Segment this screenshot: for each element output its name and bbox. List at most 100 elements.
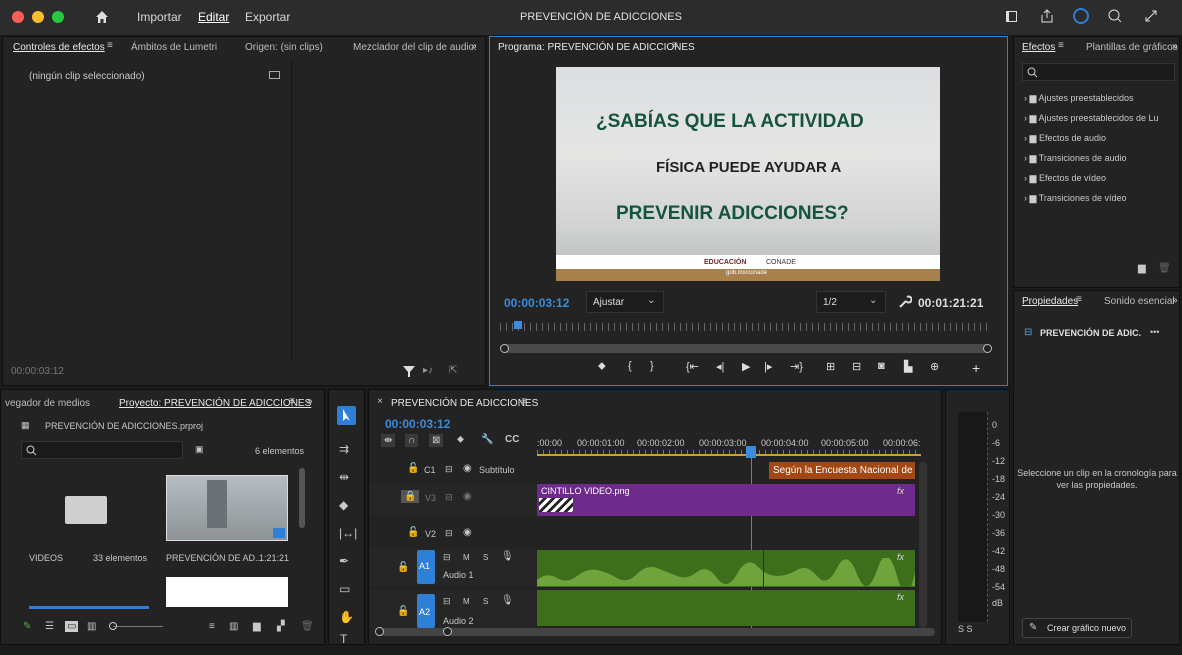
folder-thumbnail[interactable] [65,496,107,524]
import-menu[interactable]: Importar [137,10,182,24]
audio-clip-a1[interactable]: fx [537,550,915,587]
new-item-icon[interactable]: ▞ [277,621,285,632]
white-thumbnail[interactable] [166,577,288,607]
track-output-icon[interactable]: ⊟ [443,596,451,607]
eye-icon[interactable]: ◉ [463,491,472,502]
folder-item[interactable]: › ▆ Ajustes preestablecidos [1024,93,1179,104]
track-output-icon[interactable]: ⊟ [443,552,451,563]
razor-tool[interactable]: ◆ [339,498,348,512]
hand-tool[interactable]: ✋ [339,610,354,624]
new-graphic-button[interactable]: ✎ Crear gráfico nuevo [1022,618,1132,638]
lock-icon[interactable]: 🔓 [407,527,419,538]
timeline-ruler[interactable]: :00:00 00:00:01:00 00:00:02:00 00:00:03:… [537,438,921,456]
go-to-in-icon[interactable]: {⇤ [686,360,699,373]
lock-icon[interactable]: 🔓 [407,463,419,474]
wrench-icon[interactable] [898,295,912,309]
camera-icon[interactable]: ◙ [878,360,885,372]
tab-effects[interactable]: Efectos [1022,42,1055,53]
program-ruler[interactable] [500,323,990,331]
zoom-handle-right[interactable] [983,344,992,353]
home-icon[interactable] [95,10,109,24]
zoom-slider[interactable] [113,626,163,627]
track-output-icon[interactable]: ⊟ [445,464,453,475]
tab-properties[interactable]: Propiedades [1022,296,1078,307]
resolution-dropdown[interactable]: 1/2 ⌄ [816,291,886,313]
snap-icon[interactable]: ∩ [405,434,419,447]
add-button-icon[interactable]: + [972,360,980,376]
feedback-icon[interactable] [1107,8,1123,24]
proxy-icon[interactable]: ⊕ [930,360,939,373]
folder-item[interactable]: › ▆ Efectos de audio [1024,133,1179,144]
tab-media-browser[interactable]: vegador de medios [5,398,90,409]
sort-icon[interactable]: ≡ [209,621,215,632]
new-bin-icon[interactable]: ▆ [1138,263,1146,274]
minimize-window-button[interactable] [32,11,44,23]
menu-icon[interactable]: ≡ [521,396,527,407]
track-select-tool[interactable]: ⇉ [339,442,349,456]
add-marker-icon[interactable]: ⬥ [457,434,464,445]
share-icon[interactable] [1040,9,1054,23]
fit-dropdown[interactable]: Ajustar ⌄ [586,291,664,313]
close-tab-icon[interactable]: × [377,396,383,407]
step-forward-icon[interactable]: |▸ [764,360,772,373]
comparison-view-icon[interactable]: ▙ [904,360,912,373]
track-target-a2[interactable]: A2 [417,594,435,628]
lock-icon[interactable]: 🔓 [397,606,409,617]
tab-effect-controls[interactable]: Controles de efectos [13,42,105,53]
menu-icon[interactable]: ≡ [1058,40,1064,51]
scroll-handle-left[interactable] [375,627,384,636]
more-panels-icon[interactable]: » [1172,41,1178,52]
close-window-button[interactable] [12,11,24,23]
folder-item[interactable]: › ▆ Efectos de vídeo [1024,173,1179,184]
solo-button[interactable]: S [483,553,488,562]
filter-icon[interactable] [403,366,415,377]
panel-layout-icon[interactable] [1006,11,1017,22]
icon-view-icon[interactable]: ▭ [65,621,79,632]
mute-button[interactable]: M [463,597,470,606]
add-marker-icon[interactable]: ⬥ [598,360,606,373]
edit-menu[interactable]: Editar [198,10,229,24]
selection-tool[interactable] [337,406,356,425]
scroll-handle-right[interactable] [443,627,452,636]
new-search-bin-icon[interactable]: ▣ [195,444,204,455]
step-back-icon[interactable]: ◂| [716,360,724,373]
tab-graphics-templates[interactable]: Plantillas de gráficos [1086,42,1178,53]
timeline-vertical-scrollbar[interactable] [919,462,927,628]
microphone-icon[interactable]: 🎙 [501,551,514,562]
project-scrollbar[interactable] [299,468,305,528]
lock-icon[interactable]: 🔓 [397,562,409,573]
folder-item[interactable]: › ▆ Transiciones de vídeo [1024,193,1179,204]
tab-timeline[interactable]: PREVENCIÓN DE ADICCIONES [391,398,538,409]
wrench-icon[interactable]: 🔧 [481,434,493,445]
automate-icon[interactable]: ▥ [229,621,238,632]
program-timecode[interactable]: 00:00:03:12 [504,296,569,310]
type-tool[interactable]: T [340,632,347,646]
export-menu[interactable]: Exportar [245,10,290,24]
linked-selection-icon[interactable]: ⊠ [429,434,444,447]
slip-tool[interactable]: |↔| [339,526,357,540]
microphone-icon[interactable]: 🎙 [501,595,514,606]
tab-program[interactable]: Programa: PREVENCIÓN DE ADICCIONES [498,42,695,53]
project-search-input[interactable] [21,441,183,459]
audio-clip-a2[interactable]: fx [537,590,915,626]
captions-icon[interactable]: CC [505,434,519,445]
zoom-window-button[interactable] [52,11,64,23]
pen-tool[interactable]: ✒ [339,554,349,568]
nest-toggle-icon[interactable]: ⇼ [381,434,396,447]
png-clip[interactable]: CINTILLO VIDEO.png fx [537,484,915,516]
timeline-horizontal-scrollbar[interactable] [375,627,935,636]
mark-in-icon[interactable]: { [628,360,632,372]
rectangle-tool[interactable]: ▭ [339,582,350,596]
extract-icon[interactable]: ⊟ [852,360,861,373]
ripple-edit-tool[interactable]: ⇹ [339,470,349,484]
eye-icon[interactable]: ◉ [463,463,472,474]
export-frame-icon[interactable]: ⇱ [449,365,457,376]
freeform-view-icon[interactable]: ▥ [87,621,96,632]
effects-search-input[interactable] [1022,63,1175,81]
solo-button[interactable]: S [483,597,488,606]
more-panels-icon[interactable]: » [471,41,477,52]
menu-icon[interactable]: ≡ [672,40,678,51]
progress-icon[interactable] [1073,8,1089,24]
zoom-slider-handle[interactable] [109,622,117,630]
track-output-icon[interactable]: ⊟ [445,492,453,503]
